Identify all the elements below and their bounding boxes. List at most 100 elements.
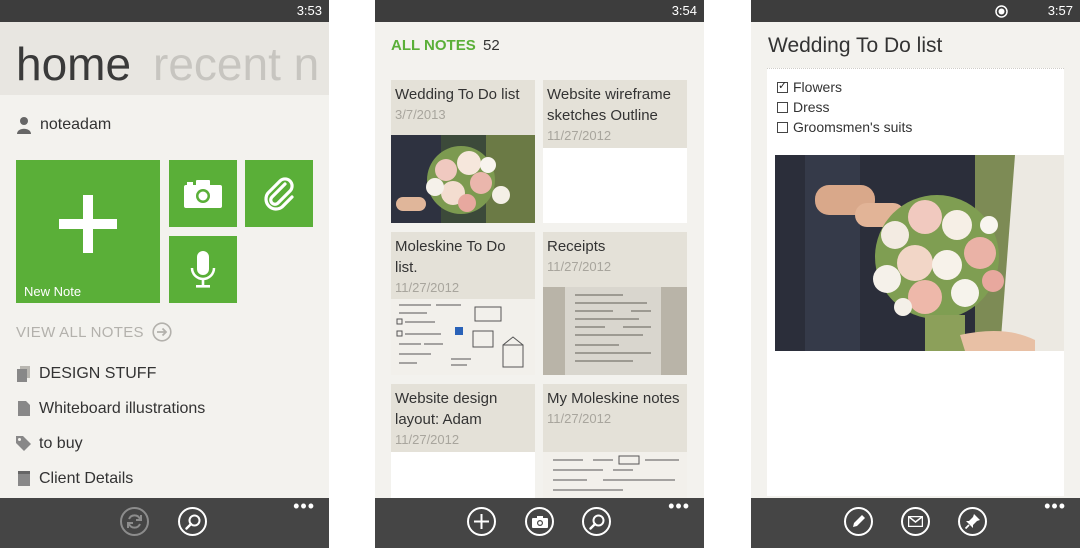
status-bar: 3:57 (751, 0, 1080, 22)
note-title: Wedding To Do list (768, 34, 943, 57)
account-name: noteadam (40, 116, 112, 133)
note-title: Website design layout: Adam (395, 390, 498, 428)
camera-button[interactable] (525, 507, 554, 536)
notebook-item[interactable]: DESIGN STUFF (16, 356, 329, 391)
add-icon (474, 514, 489, 529)
note-card-header: Wedding To Do list 3/7/2013 (391, 80, 535, 135)
email-button[interactable] (901, 507, 930, 536)
view-all-notes-label: VIEW ALL NOTES (16, 323, 144, 341)
status-time: 3:54 (671, 3, 697, 18)
view-all-notes-link[interactable]: VIEW ALL NOTES (16, 322, 172, 342)
checkbox[interactable] (777, 101, 788, 113)
notebook-icon (16, 401, 31, 417)
note-date: 11/27/2012 (547, 128, 612, 143)
notebook-item[interactable]: Client Details (16, 461, 329, 496)
todo-item[interactable]: Dress (777, 99, 830, 115)
note-card-header: Moleskine To Do list. 11/27/2012 (391, 232, 535, 299)
note-date: 11/27/2012 (395, 280, 460, 295)
note-title: My Moleskine notes (547, 390, 680, 407)
search-icon (184, 514, 200, 530)
note-title: Receipts (547, 238, 606, 255)
more-options-button[interactable]: ••• (668, 497, 690, 515)
sync-button[interactable] (120, 507, 149, 536)
app-bar: ••• (375, 497, 704, 548)
note-card-header: Website wireframe sketches Outline 11/27… (543, 80, 687, 148)
more-options-button[interactable]: ••• (293, 497, 315, 515)
note-count: 52 (483, 37, 500, 54)
new-note-button[interactable] (467, 507, 496, 536)
new-note-tile[interactable]: New Note (16, 160, 160, 303)
note-card-my-moleskine[interactable]: My Moleskine notes 11/27/2012 (543, 384, 687, 498)
receipt-thumbnail (543, 287, 687, 375)
all-notes-title: ALL NOTES (391, 37, 476, 54)
camera-icon (531, 515, 548, 528)
note-card-wedding[interactable]: Wedding To Do list 3/7/2013 (391, 80, 535, 223)
app-bar: ••• (751, 497, 1080, 548)
note-date: 11/27/2012 (547, 259, 612, 274)
audio-note-tile[interactable] (169, 236, 237, 303)
todo-item[interactable]: Flowers (777, 79, 842, 95)
note-card-header: Receipts 11/27/2012 (543, 232, 687, 287)
email-icon (908, 516, 923, 527)
search-button[interactable] (178, 507, 207, 536)
checkbox-checked[interactable] (777, 79, 788, 93)
note-title: Website wireframe sketches Outline (547, 86, 671, 124)
note-body[interactable]: Flowers Dress Groomsmen's suits (767, 68, 1064, 496)
more-options-button[interactable]: ••• (1044, 497, 1066, 515)
status-time: 3:53 (296, 3, 322, 18)
snapshot-tile[interactable] (169, 160, 237, 227)
note-card-receipts[interactable]: Receipts 11/27/2012 (543, 232, 687, 375)
app-bar: ••• (0, 497, 329, 548)
bouquet-photo (775, 155, 1064, 351)
notebook-item[interactable]: Whiteboard illustrations (16, 391, 329, 426)
status-bar: 3:54 (375, 0, 704, 22)
edit-button[interactable] (844, 507, 873, 536)
note-date: 3/7/2013 (395, 107, 446, 122)
handwriting-thumbnail (543, 452, 687, 498)
search-button[interactable] (582, 507, 611, 536)
note-date: 11/27/2012 (395, 432, 460, 447)
tag-label: to buy (39, 434, 83, 452)
tag-item[interactable]: to buy (16, 426, 329, 461)
notebook-label: Client Details (39, 469, 134, 487)
pivot-item-recent[interactable]: recent n (153, 37, 319, 91)
user-icon (17, 117, 31, 134)
note-card-header: My Moleskine notes 11/27/2012 (543, 384, 687, 452)
camera-icon (184, 179, 222, 208)
note-card-header: Website design layout: Adam 11/27/2012 (391, 384, 535, 452)
todo-label: Dress (793, 99, 830, 115)
notebook-label: DESIGN STUFF (39, 364, 157, 382)
search-icon (588, 514, 604, 530)
note-card-wireframe[interactable]: Website wireframe sketches Outline 11/27… (543, 80, 687, 223)
note-title: Wedding To Do list (395, 86, 520, 103)
todo-item[interactable]: Groomsmen's suits (777, 119, 912, 135)
attachment-tile[interactable] (245, 160, 313, 227)
todo-label: Flowers (793, 79, 843, 95)
pin-button[interactable] (958, 507, 987, 536)
note-title: Moleskine To Do list. (395, 238, 506, 276)
bouquet-thumbnail (391, 135, 535, 223)
all-notes-screen: 3:54 ALL NOTES 52 Wedding To Do list 3/7… (375, 0, 704, 548)
status-bar: 3:53 (0, 0, 329, 22)
note-view-screen: 3:57 Wedding To Do list Flowers Dress Gr… (751, 0, 1080, 548)
pivot-item-home[interactable]: home (16, 37, 131, 91)
sync-icon (127, 514, 142, 529)
plus-icon (59, 195, 117, 254)
account-row[interactable]: noteadam (16, 116, 111, 134)
note-card-website-design[interactable]: Website design layout: Adam 11/27/2012 (391, 384, 535, 498)
notebook-list: DESIGN STUFF Whiteboard illustrations to… (16, 356, 329, 496)
status-time: 3:57 (1047, 3, 1073, 18)
note-date: 11/27/2012 (547, 411, 612, 426)
checkbox[interactable] (777, 121, 788, 133)
tag-icon (16, 436, 31, 452)
todo-label: Groomsmen's suits (793, 119, 913, 135)
pivot-header: home recent n (0, 22, 329, 95)
note-card-moleskine[interactable]: Moleskine To Do list. 11/27/2012 (391, 232, 535, 375)
home-screen: 3:53 home recent n noteadam New Note VIE… (0, 0, 329, 548)
handwriting-thumbnail (391, 299, 535, 375)
notebook-icon (16, 471, 31, 487)
edit-icon (853, 515, 865, 527)
notebook-stack-icon (16, 365, 31, 382)
pin-icon (965, 514, 980, 529)
arrow-right-circle-icon (152, 322, 172, 342)
